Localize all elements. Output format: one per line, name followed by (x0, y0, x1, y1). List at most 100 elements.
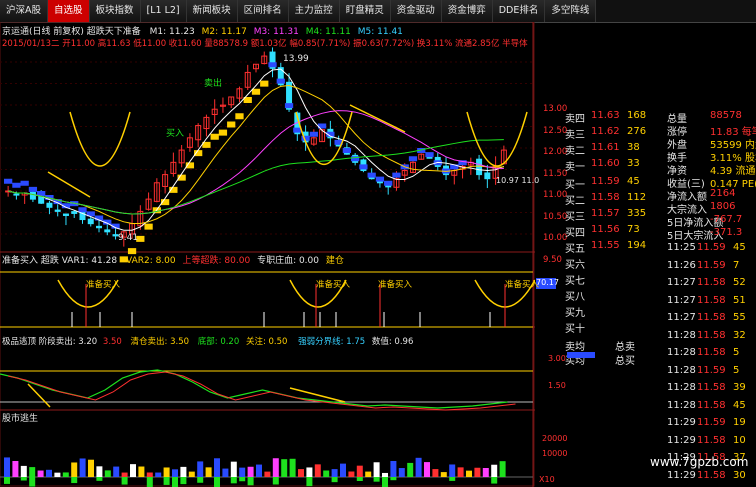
tick-time: 11:27 (667, 312, 696, 323)
ask-volume: 33 (627, 158, 640, 169)
tab-2[interactable]: 板块指数 (89, 0, 141, 22)
volume-bar (398, 468, 405, 477)
tab-3[interactable]: [L1 L2] (140, 0, 187, 22)
volume-bar (382, 472, 388, 477)
volume-bar-neg (214, 477, 220, 487)
volume-bar-neg (197, 477, 204, 483)
bid-label: 买九 (565, 308, 585, 319)
volume-bar (356, 465, 363, 477)
tab-11[interactable]: 多空阵线 (545, 0, 597, 22)
ind1-ds: 上等超跌: 80.00 (182, 256, 251, 266)
stat-value: 2164 (710, 188, 736, 199)
bid-price: 11.58 (591, 192, 620, 203)
tab-5[interactable]: 区间排名 (237, 0, 289, 22)
volume-bar (499, 461, 506, 477)
ask-volume: 168 (627, 110, 647, 121)
tick-volume: 55 (733, 312, 746, 323)
volume-bar (88, 459, 94, 477)
low-price-label: 9.41 (118, 233, 139, 243)
tab-8[interactable]: 资金驱动 (390, 0, 442, 22)
bid-volume: 112 (627, 192, 647, 203)
ma4-value: M4: 11.11 (305, 27, 351, 37)
volume-bar-neg (172, 477, 178, 487)
volume-bar (256, 464, 262, 477)
volume-bar-neg (20, 477, 27, 481)
tick-price: 11.58 (697, 399, 726, 411)
candle-body (476, 158, 483, 176)
volume-bar-neg (331, 477, 338, 483)
ind2-t5: 关注: 0.50 (245, 337, 288, 347)
volume-bar (440, 472, 447, 477)
candle-body (484, 172, 491, 180)
volume-bar (113, 466, 120, 477)
volume-bar (121, 472, 128, 477)
tick-time: 11:28 (667, 399, 696, 411)
trend-arrow (47, 171, 91, 198)
indicator-panel-volume (0, 457, 533, 487)
volume-bar-neg (29, 477, 36, 487)
candle-body (29, 191, 36, 200)
sell-avg-label: 卖均 (565, 342, 585, 353)
tab-4[interactable]: 新闻板块 (186, 0, 238, 22)
volume-bar (298, 469, 304, 477)
tab-1[interactable]: 自选股 (48, 0, 90, 22)
volume-bar-neg (4, 477, 10, 484)
tick-volume: 45 (733, 399, 746, 411)
bid-price: 11.59 (591, 176, 620, 187)
tab-0[interactable]: 沪深A股 (0, 0, 48, 22)
ind1-c: 建仓 (325, 256, 344, 266)
tab-9[interactable]: 资金博弈 (441, 0, 493, 22)
volume-bar-neg (230, 477, 237, 484)
volume-bar (155, 472, 162, 477)
volume-bar (264, 471, 271, 477)
volume-bar (466, 470, 472, 477)
tick-volume: 45 (733, 242, 746, 253)
ask-price: 11.62 (591, 126, 620, 137)
bid-label: 买四 (565, 228, 585, 239)
total-buy-label: 总买 (615, 356, 635, 367)
sell-signal-label: 卖出 (204, 79, 223, 89)
market-tab-bar: 沪深A股 自选股 板块指数 [L1 L2] 新闻板块 区间排名 主力监控 盯盘精灵 资金驱动 资金… (0, 0, 756, 23)
tab-7[interactable]: 盯盘精灵 (339, 0, 391, 22)
buy-signal-label: 买入 (166, 129, 185, 139)
bid-label: 买五 (565, 244, 585, 255)
indicator-panel-buy (0, 271, 535, 328)
candle-body (104, 229, 111, 233)
volume-bar-neg (373, 477, 380, 482)
bid-volume: 45 (627, 176, 640, 187)
volume-bar (340, 463, 346, 477)
candle-body (13, 193, 20, 196)
volume-bar-neg (96, 477, 103, 481)
volume-bar (46, 469, 52, 477)
volume-bar (289, 458, 296, 477)
bid-volume: 335 (627, 208, 647, 219)
volume-bar (415, 457, 422, 477)
ma2-value: M2: 11.17 (201, 27, 247, 37)
volume-bar (365, 471, 372, 477)
tick-time: 11:27 (667, 294, 696, 306)
volume-bar (407, 462, 414, 477)
tick-volume: 51 (733, 294, 746, 306)
tick-price: 11.58 (697, 312, 726, 323)
volume-bar (180, 466, 187, 477)
candle-body (71, 211, 78, 214)
tab-10[interactable]: DDE排名 (492, 0, 546, 22)
volume-bar (390, 460, 397, 477)
tick-price: 11.58 (697, 347, 726, 358)
volume-bar-neg (306, 477, 313, 487)
tab-6[interactable]: 主力监控 (288, 0, 340, 22)
ask-label: 卖四 (565, 114, 585, 125)
tick-time: 11:26 (667, 259, 696, 271)
tick-price: 11.59 (697, 242, 726, 253)
ind1-signal-label: 准备买入 (316, 280, 351, 290)
ind1-title-line: 准备买入 超跌 VAR1: 41.28 VAR2: 8.00 上等超跌: 80.… (2, 253, 344, 266)
tick-volume: 52 (733, 277, 746, 288)
bid-label: 买八 (565, 292, 585, 303)
stat-value: -767.7 (710, 214, 743, 225)
tick-price: 11.58 (697, 294, 726, 306)
stat-value: 1806 (710, 201, 736, 212)
ind2-t7: 数值: 0.96 (371, 337, 414, 347)
volume-bar (214, 458, 220, 477)
volume-bar-neg (163, 477, 170, 485)
volume-bar (432, 469, 439, 477)
